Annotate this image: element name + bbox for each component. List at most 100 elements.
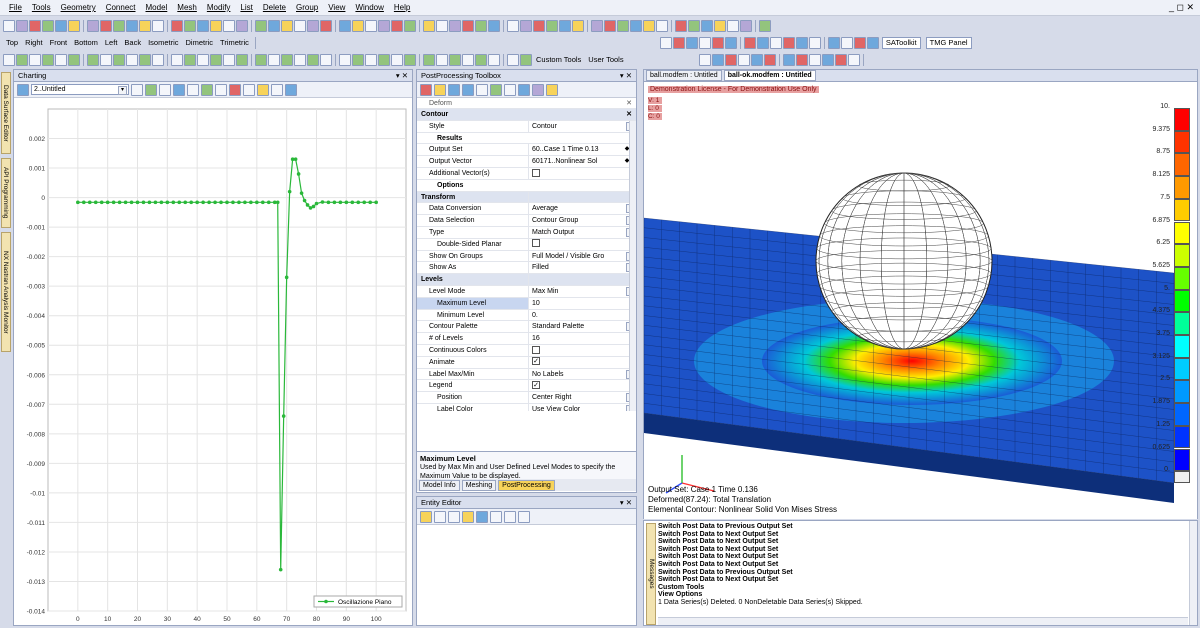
panel-controls[interactable]: ▾ ✕	[620, 70, 632, 82]
toolbar-button-icon[interactable]	[834, 53, 847, 66]
toolbar-button-icon[interactable]	[55, 19, 67, 32]
prop-row[interactable]: Position Center Right▾	[417, 392, 636, 404]
toolbar-button-icon[interactable]	[750, 53, 763, 66]
prop-value[interactable]: 16	[528, 333, 636, 344]
toolbar-button-icon[interactable]	[866, 36, 879, 49]
toolbox-tool-icon[interactable]	[504, 83, 516, 96]
property-scrollbar[interactable]	[629, 120, 636, 411]
toolbar-button-icon[interactable]	[68, 53, 80, 66]
toolbar-button-icon[interactable]	[171, 53, 183, 66]
chart-icon[interactable]	[17, 83, 29, 96]
toolbar-button-icon[interactable]	[223, 19, 235, 32]
prop-row[interactable]: Transform	[417, 191, 636, 204]
prop-value[interactable]: Center Right▾	[528, 392, 636, 403]
custom-tools-button[interactable]: Custom Tools	[533, 55, 584, 64]
toolbar-button-icon[interactable]	[827, 36, 840, 49]
tab-api-programming[interactable]: API Programming	[1, 158, 11, 228]
chart-tool-icon[interactable]	[201, 83, 213, 96]
checkbox[interactable]	[532, 168, 540, 177]
toolbar-button-icon[interactable]	[756, 36, 769, 49]
menu-window[interactable]: Window	[350, 3, 388, 12]
tab-ball-model[interactable]: ball.modfem : Untitled	[646, 70, 722, 81]
menu-view[interactable]: View	[323, 3, 350, 12]
close-icon[interactable]: ✕	[528, 109, 636, 120]
view-right-button[interactable]: Right	[22, 38, 46, 47]
toolbar-button-icon[interactable]	[223, 53, 235, 66]
prop-value[interactable]: No Labels▾	[528, 368, 636, 380]
toolbar-button-icon[interactable]	[462, 19, 474, 32]
view-left-button[interactable]: Left	[102, 38, 121, 47]
tab-postprocessing[interactable]: PostProcessing	[498, 479, 555, 491]
panel-controls[interactable]: ▾ ✕	[396, 70, 408, 82]
toolbar-button-icon[interactable]	[197, 19, 209, 32]
prop-value[interactable]: 10	[528, 297, 636, 309]
toolbar-button-icon[interactable]	[711, 36, 724, 49]
messages-scrollbar[interactable]	[1189, 521, 1197, 625]
toolbar-button-icon[interactable]	[100, 53, 112, 66]
prop-row[interactable]: Data Conversion Average▾	[417, 203, 636, 216]
toolbar-button-icon[interactable]	[307, 19, 319, 32]
prop-row[interactable]: Label Color Use View Color▾	[417, 403, 636, 411]
tab-nastran-analysis-monitor[interactable]: NX Nastran Analysis Monitor	[1, 232, 11, 352]
toolbar-button-icon[interactable]	[152, 53, 164, 66]
prop-value[interactable]: Match Output▾	[528, 226, 636, 238]
toolbar-button-icon[interactable]	[352, 53, 364, 66]
toolbar-button-icon[interactable]	[236, 19, 248, 32]
toolbar-button-icon[interactable]	[42, 19, 54, 32]
prop-value[interactable]	[528, 274, 636, 285]
toolbar-button-icon[interactable]	[701, 19, 713, 32]
toolbar-button-icon[interactable]	[743, 36, 756, 49]
toolbar-button-icon[interactable]	[391, 19, 403, 32]
toolbar-button-icon[interactable]	[184, 53, 196, 66]
toolbar-button-icon[interactable]	[546, 19, 558, 32]
toolbar-button-icon[interactable]	[808, 36, 821, 49]
prop-row[interactable]: Continuous Colors	[417, 344, 636, 357]
toolbar-button-icon[interactable]	[294, 53, 306, 66]
toolbar-button-icon[interactable]	[520, 19, 532, 32]
tab-model-info[interactable]: Model Info	[419, 479, 460, 491]
prop-row[interactable]: Animate ✓	[417, 356, 636, 369]
deform-row[interactable]: Deform ✕	[417, 98, 636, 109]
prop-value[interactable]	[528, 167, 636, 179]
toolbox-tool-icon[interactable]	[420, 83, 432, 96]
toolbar-button-icon[interactable]	[488, 53, 500, 66]
prop-value[interactable]: Max Min▾	[528, 285, 636, 297]
prop-value[interactable]	[528, 238, 636, 250]
toolbar-button-icon[interactable]	[643, 19, 655, 32]
close-icon[interactable]: ✕	[626, 98, 632, 109]
toolbar-button-icon[interactable]	[604, 19, 616, 32]
view-front-button[interactable]: Front	[47, 38, 71, 47]
prop-value[interactable]: Full Model / Visible Gro▾	[528, 250, 636, 262]
toolbox-tool-icon[interactable]	[462, 83, 474, 96]
toolbar-button-icon[interactable]	[475, 19, 487, 32]
chart-select[interactable]: 2..Untitled ▾	[31, 84, 129, 95]
prop-row[interactable]: Contour Palette Standard Palette▾	[417, 321, 636, 334]
toolbar-button-icon[interactable]	[656, 19, 668, 32]
toolbar-button-icon[interactable]	[255, 53, 267, 66]
toolbar-button-icon[interactable]	[378, 53, 390, 66]
fem-scene[interactable]	[644, 83, 1197, 519]
view-bottom-button[interactable]: Bottom	[71, 38, 101, 47]
toolbox-tool-icon[interactable]	[518, 83, 530, 96]
chart-tool-icon[interactable]	[257, 83, 269, 96]
toolbar-button-icon[interactable]	[339, 53, 351, 66]
prop-row[interactable]: Level Mode Max Min▾	[417, 285, 636, 298]
toolbar-button-icon[interactable]	[139, 53, 151, 66]
toolbar-button-icon[interactable]	[617, 19, 629, 32]
toolbar-button-icon[interactable]	[404, 19, 416, 32]
prop-value[interactable]: Filled▾	[528, 262, 636, 274]
toolbar-button-icon[interactable]	[714, 19, 726, 32]
toolbar-button-icon[interactable]	[184, 19, 196, 32]
toolbar-button-icon[interactable]	[630, 19, 642, 32]
toolbar-button-icon[interactable]	[423, 53, 435, 66]
toolbar-button-icon[interactable]	[152, 19, 164, 32]
toolbar-button-icon[interactable]	[698, 53, 711, 66]
toolbar-button-icon[interactable]	[436, 19, 448, 32]
contour-section[interactable]: Contour ✕	[417, 109, 636, 121]
toolbar-button-icon[interactable]	[449, 53, 461, 66]
prop-value[interactable]: 0.	[528, 309, 636, 321]
prop-value[interactable]: Average▾	[528, 203, 636, 215]
toolbar-button-icon[interactable]	[759, 19, 771, 32]
prop-row[interactable]: Levels	[417, 274, 636, 286]
prop-row[interactable]: Show As Filled▾	[417, 262, 636, 275]
